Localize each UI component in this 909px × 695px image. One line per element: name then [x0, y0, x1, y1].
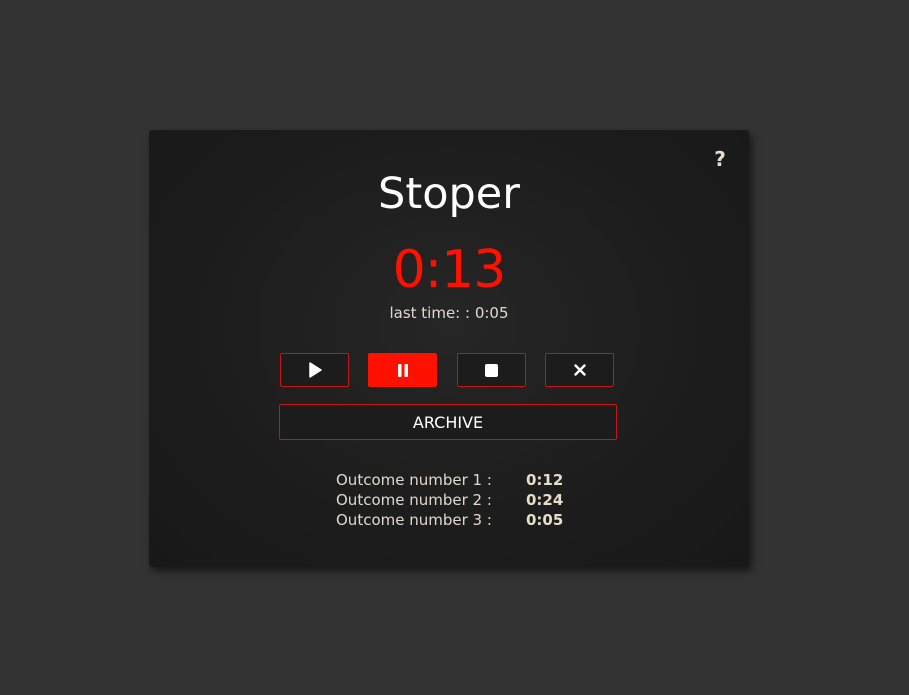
stop-icon [485, 363, 498, 377]
outcome-value: 0:05 [526, 511, 564, 529]
archive-button[interactable]: ARCHIVE [279, 404, 617, 440]
list-item: Outcome number 3 : 0:05 [336, 510, 576, 530]
pause-icon [397, 363, 409, 377]
play-icon [308, 362, 322, 378]
timer-display: 0:13 [392, 240, 507, 300]
list-item: Outcome number 2 : 0:24 [336, 490, 576, 510]
app-title: Stoper [378, 169, 520, 219]
play-button[interactable] [280, 353, 349, 387]
close-icon [573, 364, 586, 376]
last-time-text: last time: : 0:05 [389, 304, 509, 322]
stopwatch-panel: ? Stoper 0:13 last time: : 0:05 ARCHIVE … [149, 130, 749, 567]
pause-button[interactable] [368, 353, 437, 387]
outcomes-list: Outcome number 1 : 0:12 Outcome number 2… [336, 470, 576, 530]
stop-button[interactable] [457, 353, 526, 387]
outcome-label: Outcome number 1 : [336, 471, 492, 489]
outcome-label: Outcome number 2 : [336, 491, 492, 509]
outcome-label: Outcome number 3 : [336, 511, 492, 529]
list-item: Outcome number 1 : 0:12 [336, 470, 576, 490]
outcome-value: 0:12 [526, 471, 564, 489]
reset-button[interactable] [545, 353, 614, 387]
outcome-value: 0:24 [526, 491, 564, 509]
